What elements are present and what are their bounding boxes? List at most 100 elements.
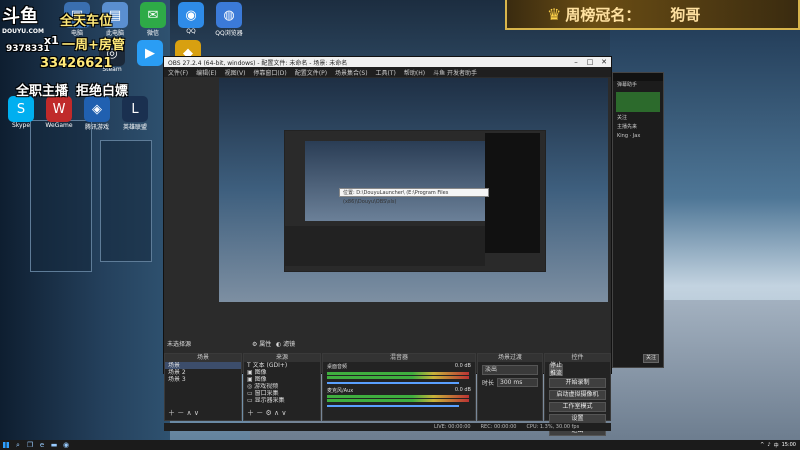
danmaku-chat-window: 弹幕助手 关注 主播先来 King · Jax 关注 (612, 72, 664, 368)
menu-scene-collection[interactable]: 场景集合(S) (335, 68, 368, 77)
desktop-icon-label: Skype (11, 122, 31, 129)
wechat-icon: ✉ (140, 2, 166, 28)
maximize-icon[interactable]: □ (583, 58, 597, 66)
source-label: 窗口采集 (254, 390, 279, 397)
down-icon[interactable]: ∨ (194, 409, 199, 417)
menu-tools[interactable]: 工具(T) (376, 68, 396, 77)
search-icon[interactable]: ⌕ (12, 440, 24, 450)
volume-meter (327, 372, 469, 375)
scene-item[interactable]: 场景 2 (165, 369, 241, 376)
chat-highlight (616, 92, 660, 112)
task-view-icon[interactable]: ❐ (24, 440, 36, 450)
menu-help[interactable]: 帮助(H) (404, 68, 425, 77)
properties-button[interactable]: ⚙ 属性 (252, 339, 271, 348)
transitions-title: 场景过渡 (478, 354, 542, 362)
duration-input[interactable]: 300 ms (497, 378, 538, 387)
virtual-camera-button[interactable]: 启动虚拟摄像机 (549, 390, 606, 400)
rec-status: REC: 00:00:00 (480, 424, 517, 430)
desktop-icon-label: 英雄联盟 (122, 124, 147, 131)
overlay-multiplier: x1 (44, 34, 59, 47)
menu-edit[interactable]: 编辑(E) (196, 68, 216, 77)
clock[interactable]: 15:00 (782, 442, 796, 448)
obs-docks: 场景 场景 场景 2 场景 3 ＋ － ∧ ∨ 来源 T 文本 (GDI+) ▣… (164, 353, 611, 436)
scenes-title: 场景 (165, 354, 241, 362)
desktop-icon[interactable]: ◍ QQ浏览器 (212, 2, 246, 37)
qq-icon: ◉ (178, 2, 204, 28)
controls-dock: 控件 停止推流 开始录制 启动虚拟摄像机 工作室模式 设置 退出 (544, 353, 611, 436)
up-icon[interactable]: ∧ (186, 409, 191, 417)
desktop-icon[interactable]: ✉ 微信 (136, 2, 170, 37)
stop-streaming-button[interactable]: 停止推流 (549, 362, 563, 377)
desktop-icon-label: WeGame (45, 122, 73, 129)
banner-label: 周榜冠名： (565, 5, 641, 24)
overlay-fulltime: 全职主播 (16, 84, 69, 99)
menu-profile[interactable]: 配置文件(P) (295, 68, 327, 77)
obs-preview[interactable]: 位置: D:\DouyuLauncher\ (E:\Program Files … (219, 78, 608, 302)
menu-docks[interactable]: 停靠窗口(D) (253, 68, 286, 77)
up-icon[interactable]: ∧ (274, 409, 279, 417)
tray-expand-icon[interactable]: ^ (760, 442, 764, 448)
douyu-logo-text: 斗鱼 (2, 6, 38, 27)
mixer-channel-desktop: 桌面音频 0.0 dB (323, 362, 475, 371)
douyu-logo: 斗鱼 DOUYU.COM (2, 2, 60, 36)
desktop-icon-label: 腾讯游戏 (84, 124, 109, 131)
desktop-icon[interactable]: L 英雄联盟 (118, 96, 152, 131)
mixer-channel-label: 麦克风/Aux (327, 388, 354, 394)
obs-taskbar-icon[interactable]: ◉ (60, 440, 72, 450)
remove-icon[interactable]: － (177, 409, 184, 417)
chat-line: 弹幕助手 (617, 82, 638, 88)
image-icon: ▣ (247, 376, 255, 383)
scene-item[interactable]: 场景 3 (165, 376, 241, 383)
source-item[interactable]: ▭ 显示器采集 (244, 397, 320, 404)
browser-taskbar-icon[interactable]: e (36, 440, 48, 450)
menu-douyu[interactable]: 斗鱼 开发者助手 (433, 68, 477, 77)
menu-view[interactable]: 视图(V) (225, 68, 246, 77)
source-toolbar: 未选择源 ⚙ 属性 ◐ 滤镜 (164, 338, 611, 348)
close-icon[interactable]: ✕ (597, 58, 611, 66)
obs-title: OBS 27.2.4 (64-bit, windows) - 配置文件: 未命名… (168, 59, 348, 67)
monitor-icon: ▭ (247, 397, 255, 404)
chat-titlebar (613, 73, 663, 81)
filters-button[interactable]: ◐ 滤镜 (276, 339, 295, 348)
desktop-icon[interactable]: ▶ (133, 40, 167, 73)
mixer-channel-label: 桌面音频 (327, 364, 348, 370)
folder-icon[interactable]: ▬ (48, 440, 60, 450)
source-item[interactable]: ▣ 图像 (244, 376, 320, 383)
ime-icon[interactable]: 中 (774, 442, 779, 449)
remove-icon[interactable]: － (256, 409, 263, 417)
down-icon[interactable]: ∨ (281, 409, 286, 417)
windows-start-icon[interactable] (0, 440, 12, 450)
scenes-dock: 场景 场景 场景 2 场景 3 ＋ － ∧ ∨ (164, 353, 242, 421)
source-label: 游戏视频 (254, 383, 279, 390)
desktop-icon[interactable]: ◉ QQ (174, 2, 208, 37)
lol-icon: L (122, 96, 148, 122)
desktop-icons-row: S Skype W WeGame ◈ 腾讯游戏 L 英雄联盟 (4, 96, 152, 131)
source-item[interactable]: ◎ 游戏视频 (244, 383, 320, 390)
gear-icon[interactable]: ⚙ (265, 409, 271, 417)
add-icon[interactable]: ＋ (168, 409, 175, 417)
source-item[interactable]: ▣ 图像 (244, 369, 320, 376)
live-status: LIVE: 00:00:00 (434, 424, 471, 430)
volume-icon[interactable]: ♪ (767, 442, 770, 448)
source-controls: ＋ － ⚙ ∧ ∨ (247, 408, 286, 418)
source-item[interactable]: ▭ 窗口采集 (244, 390, 320, 397)
follow-button[interactable]: 关注 (643, 354, 659, 363)
desktop-icon[interactable]: ◈ 腾讯游戏 (80, 96, 114, 131)
source-label: 文本 (GDI+) (252, 362, 288, 369)
menu-file[interactable]: 文件(F) (168, 68, 188, 77)
source-item[interactable]: T 文本 (GDI+) (244, 362, 320, 369)
desktop-icon[interactable]: S Skype (4, 96, 38, 131)
no-source-label: 未选择源 (167, 341, 192, 348)
desktop-icon[interactable]: W WeGame (42, 96, 76, 131)
studio-mode-button[interactable]: 工作室模式 (549, 402, 606, 412)
volume-slider[interactable] (327, 405, 459, 407)
nested-docks (285, 226, 485, 266)
wallpaper-panel (100, 140, 152, 262)
minimize-icon[interactable]: – (569, 58, 583, 66)
transition-select[interactable]: 淡出 (482, 365, 538, 375)
mixer-channel-mic: 麦克风/Aux 0.0 dB (323, 384, 475, 394)
scene-item[interactable]: 场景 (165, 362, 241, 369)
add-icon[interactable]: ＋ (247, 409, 254, 417)
player-icon: ▶ (137, 40, 163, 66)
start-recording-button[interactable]: 开始录制 (549, 378, 606, 388)
